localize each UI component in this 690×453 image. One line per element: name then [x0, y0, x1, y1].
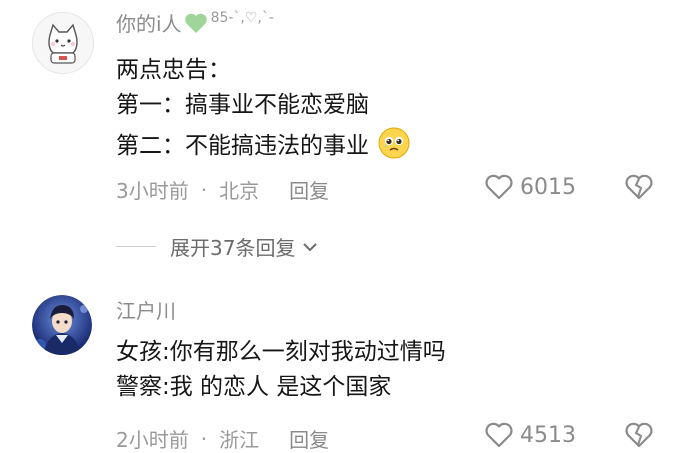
location: 北京 — [219, 179, 260, 203]
avatar[interactable] — [32, 295, 92, 355]
chevron-down-icon — [303, 242, 318, 251]
location: 浙江 — [219, 428, 260, 452]
reply-button[interactable]: 回复 — [289, 424, 329, 453]
green-heart-icon — [184, 13, 207, 33]
dislike-button[interactable] — [624, 421, 654, 453]
comment-meta: 2小时前 · 浙江 回复 — [116, 424, 329, 453]
anime-character-avatar — [32, 295, 92, 355]
username[interactable]: 你的i人 85-`,♡,`- — [116, 8, 274, 37]
broken-heart-icon — [625, 422, 653, 448]
comment-line: 第二：不能搞违法的事业 — [116, 127, 410, 161]
expand-replies-button[interactable]: 展开37条回复 — [116, 232, 319, 261]
like-button[interactable]: 4513 — [484, 421, 576, 449]
comment-line: 女孩:你有那么一刻对我动过情吗 — [116, 339, 446, 365]
timestamp: 2小时前 — [116, 428, 189, 452]
heart-outline-icon — [485, 174, 513, 200]
dislike-button[interactable] — [624, 173, 654, 205]
like-button[interactable]: 6015 — [484, 173, 576, 201]
comment-meta: 3小时前 · 北京 回复 — [116, 175, 329, 204]
like-count: 4513 — [520, 422, 576, 448]
username-badge: 85-`,♡,`- — [210, 9, 274, 26]
comment-line: 两点忠告： — [116, 57, 231, 83]
comment-line: 警察:我 的恋人 是这个国家 — [116, 374, 392, 400]
divider — [116, 246, 156, 247]
username[interactable]: 江户川 — [116, 295, 176, 324]
comment-line: 第一：搞事业不能恋爱脑 — [116, 92, 369, 118]
avatar[interactable] — [32, 12, 94, 74]
like-count: 6015 — [520, 174, 576, 200]
pleading-face-emoji — [378, 127, 410, 159]
expand-replies-label: 展开37条回复 — [170, 236, 296, 260]
broken-heart-icon — [625, 174, 653, 200]
timestamp: 3小时前 — [116, 179, 189, 203]
reply-button[interactable]: 回复 — [289, 175, 329, 204]
cat-icon — [33, 13, 93, 73]
heart-outline-icon — [485, 422, 513, 448]
username-text: 你的i人 — [116, 12, 182, 36]
separator: · — [200, 177, 208, 202]
